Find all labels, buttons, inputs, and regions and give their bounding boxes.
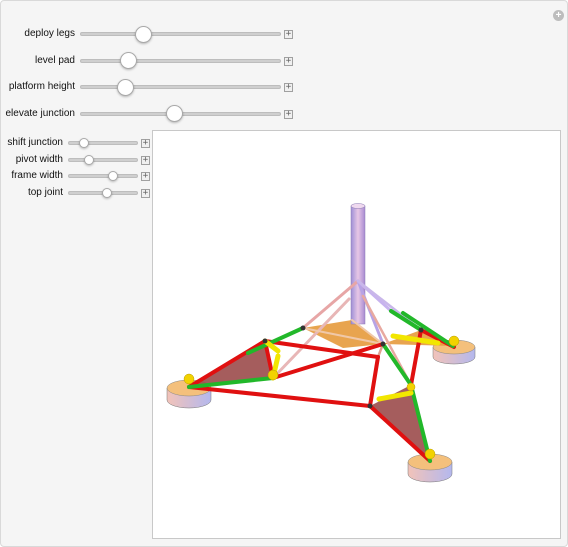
top-joint-label: top joint (27, 187, 63, 198)
central-mast (350, 203, 366, 325)
shift-junction-slider-thumb[interactable] (78, 138, 89, 148)
platform-height-slider-thumb[interactable] (116, 79, 134, 96)
graphics-viewport[interactable] (152, 130, 561, 539)
deploy-legs-slider-thumb[interactable] (135, 26, 153, 43)
plus-square-icon[interactable]: + (284, 83, 293, 92)
frame-width-label: frame width (11, 170, 63, 181)
top-joint-slider-thumb[interactable] (102, 188, 113, 198)
elevate-junction-slider-thumb[interactable] (166, 105, 184, 122)
pivot-width-label: pivot width (15, 154, 63, 165)
plus-square-icon[interactable]: + (141, 172, 150, 181)
frame-width-slider-track[interactable] (68, 174, 138, 178)
platform-height-slider-track[interactable] (80, 85, 281, 89)
plus-square-icon[interactable]: + (284, 57, 293, 66)
deploy-legs-slider-track[interactable] (80, 32, 281, 36)
shift-junction-label: shift junction (7, 137, 63, 148)
plus-circle-icon[interactable]: + (553, 10, 564, 21)
level-pad-label: level pad (34, 55, 75, 66)
plus-square-icon[interactable]: + (284, 30, 293, 39)
plus-square-icon[interactable]: + (141, 189, 150, 198)
frame-width-slider-thumb[interactable] (107, 171, 118, 181)
leg-mechanism-graphic (166, 203, 476, 483)
manipulate-panel: + deploy legs + level pad + platform hei… (0, 0, 568, 547)
plus-square-icon[interactable]: + (141, 139, 150, 148)
pivot-width-slider-track[interactable] (68, 158, 138, 162)
pivot-width-slider-thumb[interactable] (84, 155, 95, 165)
platform-height-label: platform height (8, 81, 75, 92)
plus-square-icon[interactable]: + (141, 156, 150, 165)
plus-square-icon[interactable]: + (284, 110, 293, 119)
elevate-junction-label: elevate junction (5, 108, 76, 119)
level-pad-slider-thumb[interactable] (120, 52, 138, 69)
level-pad-slider-track[interactable] (80, 59, 281, 63)
deploy-legs-label: deploy legs (24, 28, 75, 39)
